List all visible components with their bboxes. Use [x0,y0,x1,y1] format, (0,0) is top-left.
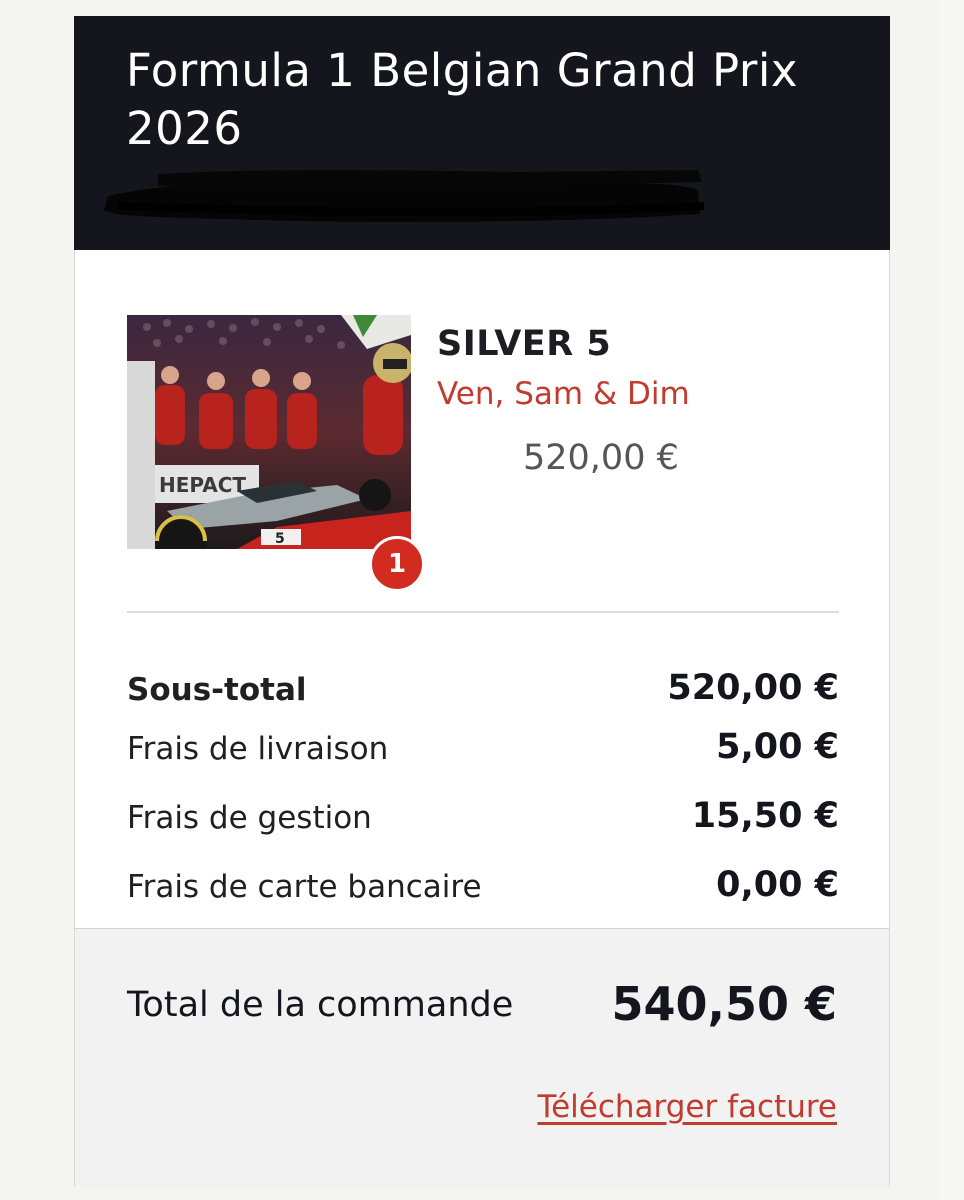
page-edge [938,0,964,1200]
order-total-value: 540,50 € [611,977,837,1031]
summary-label: Sous-total [127,672,307,708]
summary-value: 0,00 € [716,865,839,905]
order-card: Formula 1 Belgian Grand Prix 2026 HEPACT… [74,16,890,1187]
summary-value: 15,50 € [691,796,839,836]
order-total-label: Total de la commande [127,985,514,1025]
summary-value: 520,00 € [667,668,839,708]
summary-label: Frais de livraison [127,731,389,767]
event-title: Formula 1 Belgian Grand Prix 2026 [126,44,799,155]
order-body: HEPACT 5 1 SILVER 5 Ven, Sam & Dim 520,0… [74,250,890,1187]
summary-label: Frais de gestion [127,800,372,836]
quantity-badge: 1 [369,536,425,592]
summary-row-subtotal: Sous-total 520,00 € [127,668,839,720]
summary-row-card-fee: Frais de carte bancaire 0,00 € [127,865,839,917]
event-header: Formula 1 Belgian Grand Prix 2026 [74,16,890,250]
svg-text:HEPACT: HEPACT [159,473,246,497]
svg-text:5: 5 [275,531,285,547]
download-invoice-link[interactable]: Télécharger facture [537,1089,837,1125]
summary-value: 5,00 € [716,727,839,767]
product-image: HEPACT 5 [127,315,411,549]
redacted-scribble [104,170,705,222]
divider [127,611,839,613]
summary-row-management: Frais de gestion 15,50 € [127,796,839,848]
product-name: SILVER 5 [437,324,612,364]
product-price: 520,00 € [523,438,679,478]
order-total-section: Total de la commande 540,50 € Télécharge… [75,928,889,1187]
summary-row-delivery: Frais de livraison 5,00 € [127,727,839,779]
product-days: Ven, Sam & Dim [437,376,690,412]
summary-label: Frais de carte bancaire [127,869,482,905]
